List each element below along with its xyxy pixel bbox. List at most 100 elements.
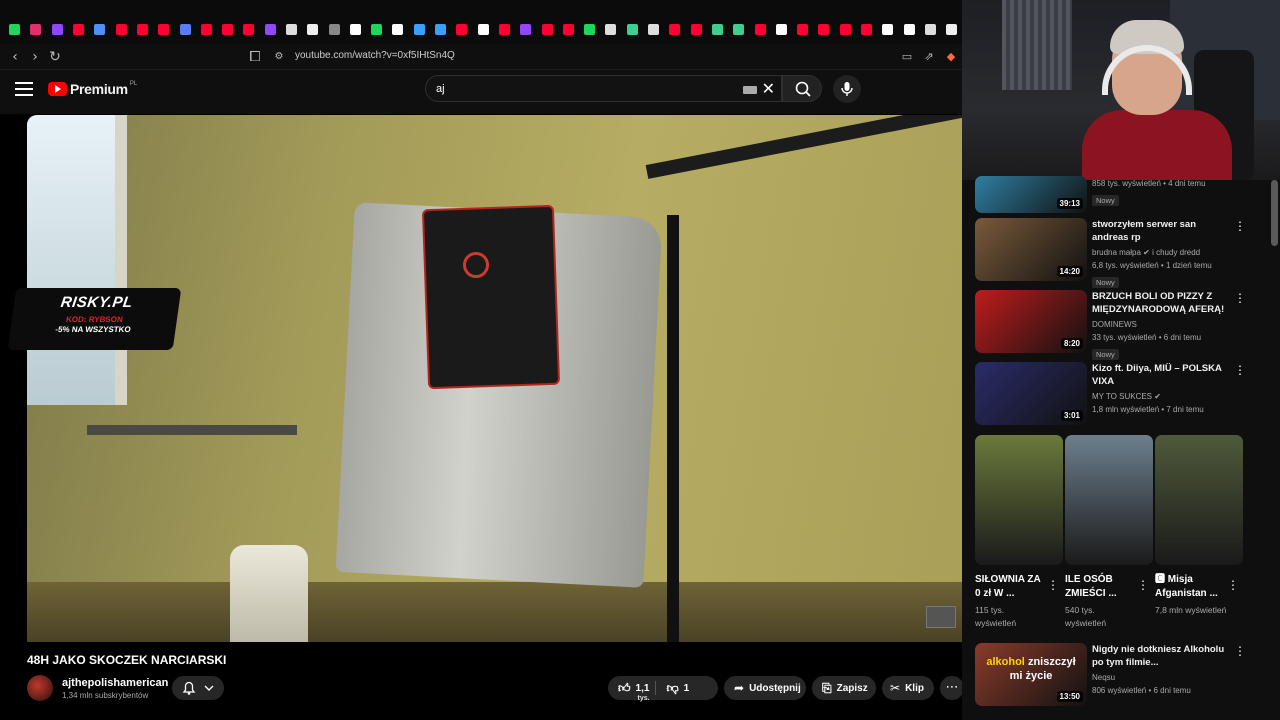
browser-tab[interactable] <box>89 20 110 38</box>
browser-tab[interactable] <box>813 20 834 38</box>
browser-tab[interactable] <box>47 20 68 38</box>
reload-icon[interactable]: ↻ <box>46 48 64 66</box>
short-title[interactable]: 🅲 Misja Afganistan ... <box>1155 573 1227 601</box>
browser-tab[interactable] <box>68 20 89 38</box>
brave-shield-icon[interactable]: ◆ <box>942 48 960 66</box>
search-button[interactable] <box>782 75 822 102</box>
recommended-info[interactable]: stworzyłem serwer san andreas rp brudna … <box>1092 218 1232 290</box>
browser-tab[interactable] <box>473 20 494 38</box>
more-options-icon[interactable]: ⋮ <box>1137 578 1149 592</box>
recommended-thumbnail[interactable]: 39:13 <box>975 176 1087 213</box>
back-icon[interactable]: ‹ <box>6 48 24 66</box>
browser-tab[interactable] <box>409 20 430 38</box>
forward-icon[interactable]: › <box>26 48 44 66</box>
browser-tab[interactable] <box>515 20 536 38</box>
channel-avatar[interactable] <box>27 675 53 701</box>
notifications-button[interactable] <box>172 676 224 700</box>
recommended-info[interactable]: BRZUCH BOLI OD PIZZY Z MIĘDZYNARODOWĄ AF… <box>1092 290 1232 362</box>
save-button[interactable]: ⎘ Zapisz <box>812 676 876 700</box>
browser-tab[interactable] <box>132 20 153 38</box>
browser-tab[interactable] <box>323 20 344 38</box>
browser-tab[interactable] <box>4 20 25 38</box>
share-button[interactable]: ➦ Udostępnij <box>724 676 806 700</box>
browser-tab[interactable] <box>749 20 770 38</box>
keyboard-icon[interactable] <box>743 86 757 94</box>
recommended-thumbnail[interactable]: 14:20 <box>975 218 1087 281</box>
browser-tab[interactable] <box>898 20 919 38</box>
short-title[interactable]: SIŁOWNIA ZA 0 zł W ... <box>975 573 1047 601</box>
video-player[interactable] <box>27 115 962 642</box>
recommended-thumbnail[interactable]: 8:20 <box>975 290 1087 353</box>
more-options-icon[interactable]: ⋮ <box>1047 578 1059 592</box>
browser-tab[interactable] <box>238 20 259 38</box>
search-input[interactable]: aj ✕ <box>425 75 782 102</box>
browser-tab[interactable] <box>387 20 408 38</box>
clip-button[interactable]: ✂ Klip <box>882 676 934 700</box>
browser-tab[interactable] <box>174 20 195 38</box>
browser-tab[interactable] <box>536 20 557 38</box>
browser-tab[interactable] <box>579 20 600 38</box>
site-info-icon[interactable]: ⚙ <box>270 48 288 66</box>
browser-tab[interactable] <box>643 20 664 38</box>
short-thumbnail[interactable] <box>975 435 1063 565</box>
browser-tab[interactable] <box>430 20 451 38</box>
thumbs-up-icon[interactable]: 👍︎ <box>618 681 631 696</box>
more-options-icon[interactable]: ⋮ <box>1227 578 1239 592</box>
clear-search-icon[interactable]: ✕ <box>762 79 775 98</box>
browser-tab[interactable] <box>302 20 323 38</box>
recommended-thumbnail[interactable]: 3:01 <box>975 362 1087 425</box>
browser-tab[interactable] <box>281 20 302 38</box>
browser-tab[interactable] <box>835 20 856 38</box>
browser-tab[interactable] <box>728 20 749 38</box>
more-options-icon[interactable]: ⋮ <box>1234 220 1246 232</box>
browser-tab[interactable] <box>686 20 707 38</box>
browser-tab[interactable] <box>877 20 898 38</box>
browser-tab[interactable] <box>600 20 621 38</box>
tab-favicon-icon <box>435 23 447 35</box>
browser-tab[interactable] <box>664 20 685 38</box>
browser-tab[interactable] <box>345 20 366 38</box>
share-page-icon[interactable]: ⇗ <box>920 48 938 66</box>
browser-tab[interactable] <box>856 20 877 38</box>
browser-tab[interactable] <box>771 20 792 38</box>
thumbs-down-icon[interactable]: 👎︎ <box>666 681 678 696</box>
sidebar-scrollbar[interactable] <box>1271 180 1278 246</box>
cast-icon[interactable]: ▭ <box>898 48 916 66</box>
short-thumbnail[interactable] <box>1065 435 1153 565</box>
short-title[interactable]: ILE OSÓB ZMIEŚCI ... <box>1065 573 1137 601</box>
recommended-info[interactable]: Nigdy nie dotkniesz Alkoholu po tym film… <box>1092 643 1232 697</box>
browser-tab[interactable] <box>25 20 46 38</box>
browser-tab[interactable] <box>920 20 941 38</box>
youtube-premium-logo[interactable]: Premium PL <box>48 81 137 97</box>
browser-tab[interactable] <box>941 20 962 38</box>
recommended-info[interactable]: Kizo ft. Diiya, MIÜ – POLSKA VIXA MY TO … <box>1092 362 1232 416</box>
browser-tab[interactable] <box>494 20 515 38</box>
browser-tab[interactable] <box>366 20 387 38</box>
recommended-thumbnail[interactable]: alkohol zniszczył mi życie 13:50 <box>975 643 1087 706</box>
like-count-group[interactable]: 1,1 tys. <box>636 683 650 702</box>
browser-tab[interactable] <box>622 20 643 38</box>
browser-tab[interactable] <box>260 20 281 38</box>
channel-watermark[interactable] <box>926 606 956 628</box>
browser-tab[interactable] <box>707 20 728 38</box>
short-thumbnail[interactable] <box>1155 435 1243 565</box>
browser-tab[interactable] <box>153 20 174 38</box>
tab-favicon-icon <box>584 23 596 35</box>
menu-icon[interactable] <box>15 82 33 96</box>
more-actions-button[interactable]: ⋯ <box>940 676 964 700</box>
browser-tab[interactable] <box>451 20 472 38</box>
url-text[interactable]: youtube.com/watch?v=0xf5IHtSn4Q <box>295 50 455 61</box>
promo-deal: -5% NA WSZYSTKO <box>54 325 132 334</box>
bookmark-icon[interactable]: ⧠ <box>246 48 264 66</box>
more-options-icon[interactable]: ⋮ <box>1234 364 1246 376</box>
more-options-icon[interactable]: ⋮ <box>1234 645 1246 657</box>
channel-name[interactable]: ajthepolishamerican <box>62 677 168 689</box>
recommended-info[interactable]: 858 tys. wyświetleń • 4 dni temu Nowy <box>1092 177 1232 208</box>
voice-search-button[interactable] <box>833 75 861 103</box>
browser-tab[interactable] <box>196 20 217 38</box>
browser-tab[interactable] <box>217 20 238 38</box>
browser-tab[interactable] <box>792 20 813 38</box>
browser-tab[interactable] <box>110 20 131 38</box>
browser-tab[interactable] <box>558 20 579 38</box>
more-options-icon[interactable]: ⋮ <box>1234 292 1246 304</box>
